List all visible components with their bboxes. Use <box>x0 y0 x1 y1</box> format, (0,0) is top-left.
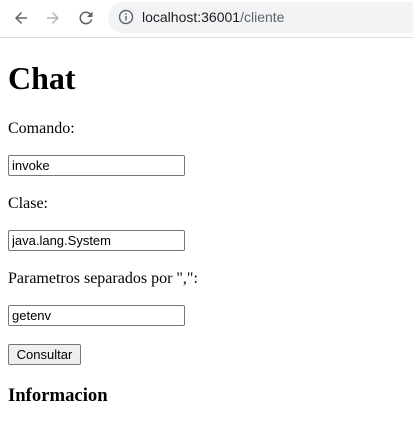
class-input[interactable] <box>8 230 185 251</box>
class-label: Clase: <box>8 195 48 212</box>
reload-button[interactable] <box>72 4 100 32</box>
page-title: Chat <box>8 60 76 96</box>
reload-icon <box>79 11 93 25</box>
params-label: Parametros separados por ",": <box>8 270 198 287</box>
url-path: /cliente <box>240 9 285 25</box>
back-button[interactable] <box>7 4 35 32</box>
url-host: localhost:36001 <box>142 9 241 25</box>
url-text: localhost:36001/cliente <box>142 9 284 26</box>
arrow-left-icon <box>15 12 27 24</box>
consultar-button[interactable]: Consultar <box>8 344 81 365</box>
forward-button[interactable] <box>39 4 67 32</box>
address-bar[interactable]: localhost:36001/cliente <box>108 2 413 33</box>
params-input[interactable] <box>8 305 185 326</box>
info-icon[interactable] <box>118 9 134 25</box>
command-input[interactable] <box>8 155 185 176</box>
browser-toolbar: localhost:36001/cliente <box>0 0 413 38</box>
page-content: Chat Comando: Clase: Parametros separado… <box>0 39 413 429</box>
command-label: Comando: <box>8 120 75 137</box>
arrow-right-icon <box>47 12 59 24</box>
info-heading: Informacion <box>8 385 108 406</box>
